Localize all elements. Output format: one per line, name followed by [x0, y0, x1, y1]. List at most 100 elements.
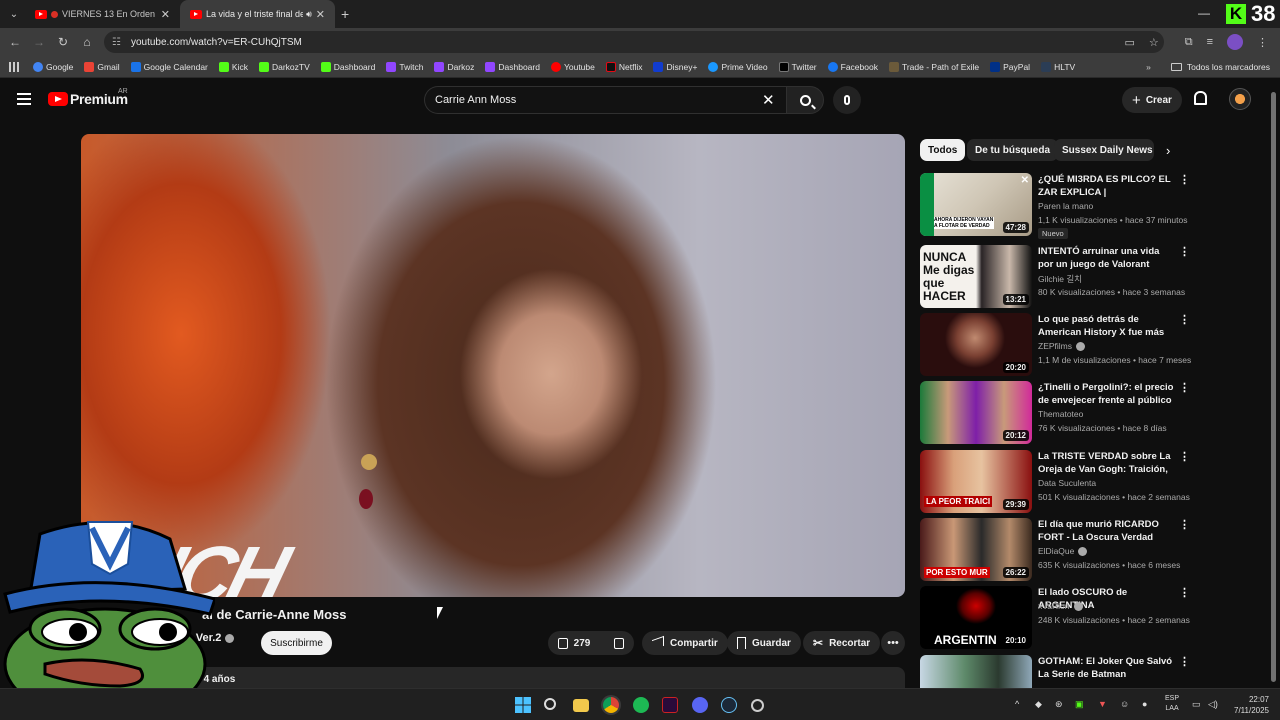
- bookmark-disney[interactable]: Disney+: [653, 61, 697, 72]
- menu-icon[interactable]: [17, 93, 31, 105]
- video-title[interactable]: Lo que pasó detrás de American History X…: [1038, 313, 1176, 340]
- extensions-icon[interactable]: ⧉: [1185, 36, 1193, 49]
- tray-mic-icon[interactable]: ●: [1142, 699, 1147, 709]
- list-item[interactable]: ARGENTIN 20:10 El lado OSCURO de ARGENTI…: [920, 586, 1190, 650]
- bookmark-darkoztv[interactable]: DarkozTV: [258, 61, 310, 72]
- subscribe-button[interactable]: Suscribirme: [261, 631, 332, 655]
- video-thumbnail[interactable]: NUNCA Me digas que HACER 13:21: [920, 245, 1032, 308]
- back-icon[interactable]: ←: [3, 35, 27, 49]
- search-input[interactable]: Carrie Ann Moss: [424, 86, 786, 114]
- apps-icon[interactable]: [9, 61, 19, 72]
- bookmark-kick[interactable]: Kick: [218, 61, 248, 72]
- scrollbar-thumb[interactable]: [1271, 92, 1276, 682]
- video-title[interactable]: INTENTÓ arruinar una vida por un juego d…: [1038, 245, 1176, 271]
- channel-name[interactable]: Data Suculenta: [1038, 478, 1096, 488]
- more-options-icon[interactable]: ⋮: [1179, 173, 1190, 186]
- bookmark-dashboard-2[interactable]: Dashboard: [485, 61, 540, 72]
- bookmark-x[interactable]: Twitter: [778, 61, 817, 72]
- more-options-icon[interactable]: ⋮: [1179, 655, 1190, 668]
- more-options-icon[interactable]: ⋮: [1179, 313, 1190, 326]
- chip-todos[interactable]: Todos: [920, 139, 966, 161]
- tray-steam-icon[interactable]: ⊛: [1055, 699, 1063, 710]
- tray-vanguard-icon[interactable]: ▼: [1098, 699, 1107, 709]
- video-thumbnail[interactable]: LA PEOR TRAICI 29:39: [920, 450, 1032, 513]
- video-thumbnail[interactable]: 20:12: [920, 381, 1032, 444]
- like-count[interactable]: 279: [574, 638, 591, 649]
- notifications-bell-icon[interactable]: [1194, 91, 1207, 105]
- address-bar[interactable]: ☷ youtube.com/watch?v=ER-CUhQjTSM: [104, 31, 1164, 53]
- tray-overflow-icon[interactable]: ^: [1015, 699, 1019, 709]
- taskbar-search-icon[interactable]: [544, 698, 556, 710]
- valorant-icon[interactable]: [662, 697, 678, 713]
- youtube-logo-icon[interactable]: [48, 92, 68, 106]
- tray-discord-icon[interactable]: ☺: [1120, 699, 1129, 709]
- tab-search-button[interactable]: ⌄: [3, 3, 25, 25]
- bookmark-prime[interactable]: Prime Video: [708, 61, 768, 72]
- tray-app-icon[interactable]: ◆: [1035, 699, 1042, 710]
- obs-icon[interactable]: [751, 699, 764, 712]
- close-icon[interactable]: ✕: [1021, 175, 1029, 186]
- dislike-icon[interactable]: [614, 637, 624, 649]
- list-item[interactable]: AHORA DIJERON VAYAN A FLOTAR DE VERDAD ✕…: [920, 173, 1190, 239]
- forward-icon[interactable]: →: [27, 35, 51, 49]
- more-options-icon[interactable]: ⋮: [1179, 518, 1190, 531]
- file-explorer-icon[interactable]: [573, 699, 589, 712]
- more-options-icon[interactable]: ⋮: [1179, 381, 1190, 394]
- share-button[interactable]: Compartir: [642, 631, 728, 655]
- bookmark-star-icon[interactable]: ☆: [1149, 36, 1159, 49]
- tray-kick-icon[interactable]: ▣: [1075, 699, 1084, 710]
- bookmark-netflix[interactable]: Netflix: [605, 61, 642, 72]
- more-bookmarks-icon[interactable]: »: [1146, 62, 1151, 72]
- bookmark-calendar[interactable]: Google Calendar: [130, 61, 208, 72]
- volume-icon[interactable]: ◁): [1208, 699, 1218, 710]
- video-thumbnail[interactable]: AHORA DIJERON VAYAN A FLOTAR DE VERDAD ✕…: [920, 173, 1032, 236]
- more-options-icon[interactable]: ⋮: [1179, 450, 1190, 463]
- video-title[interactable]: El día que murió RICARDO FORT - La Oscur…: [1038, 518, 1176, 545]
- search-button[interactable]: [786, 86, 824, 114]
- clear-search-icon[interactable]: ✕: [762, 91, 775, 109]
- channel-name[interactable]: xVaRion: [1038, 601, 1083, 612]
- bookmark-dashboard[interactable]: Dashboard: [320, 61, 375, 72]
- speaker-icon[interactable]: 🔊︎: [306, 9, 312, 20]
- bookmark-facebook[interactable]: Facebook: [827, 61, 878, 72]
- media-icon[interactable]: ≡: [1207, 36, 1213, 48]
- bookmark-youtube[interactable]: Youtube: [550, 61, 595, 72]
- create-button[interactable]: + Crear: [1122, 87, 1182, 113]
- windows-start-icon[interactable]: [515, 697, 531, 713]
- taskbar-clock[interactable]: 22:07 7/11/2025: [1225, 694, 1269, 716]
- bookmark-darkoz[interactable]: Darkoz: [434, 61, 474, 72]
- more-actions-button[interactable]: •••: [881, 631, 905, 655]
- like-icon[interactable]: [558, 637, 568, 649]
- reload-icon[interactable]: ↻: [51, 35, 75, 49]
- all-bookmarks-link[interactable]: Todos los marcadores: [1187, 62, 1270, 72]
- list-item[interactable]: LA PEOR TRAICI 29:39 La TRISTE VERDAD so…: [920, 450, 1190, 514]
- more-options-icon[interactable]: ⋮: [1179, 245, 1190, 258]
- channel-name[interactable]: Thematoteo: [1038, 409, 1083, 419]
- channel-name[interactable]: ZEPfilms: [1038, 341, 1085, 352]
- discord-icon[interactable]: [692, 697, 708, 713]
- bookmark-google[interactable]: Google: [33, 61, 73, 72]
- network-icon[interactable]: ▭: [1192, 699, 1201, 710]
- home-icon[interactable]: ⌂: [75, 35, 99, 49]
- bookmark-twitch[interactable]: Twitch: [386, 61, 423, 72]
- list-item[interactable]: NUNCA Me digas que HACER 13:21 INTENTÓ a…: [920, 245, 1190, 309]
- tab-2[interactable]: La vida y el triste final de Carrie-Anne…: [180, 0, 335, 28]
- cast-icon[interactable]: ▭: [1124, 36, 1134, 49]
- tab-close-icon[interactable]: ✕: [161, 8, 170, 21]
- bookmark-hltv[interactable]: HLTV: [1041, 61, 1075, 72]
- chevron-right-icon[interactable]: ›: [1166, 143, 1170, 158]
- chip-sussex[interactable]: Sussex Daily News Ve: [1054, 139, 1154, 161]
- channel-name[interactable]: Paren la mano: [1038, 201, 1093, 211]
- spotify-icon[interactable]: [633, 697, 649, 713]
- bookmark-gmail[interactable]: Gmail: [84, 61, 120, 72]
- video-title[interactable]: La TRISTE VERDAD sobre La Oreja de Van G…: [1038, 450, 1176, 477]
- video-title[interactable]: ¿QUÉ MI3RDA ES PILCO? EL ZAR EXPLICA | #…: [1038, 173, 1176, 200]
- profile-icon[interactable]: [1227, 34, 1243, 50]
- tab-close-icon[interactable]: ✕: [316, 8, 325, 21]
- language-indicator[interactable]: ESP LAA: [1165, 694, 1179, 714]
- list-item[interactable]: POR ESTO MUR 26:22 El día que murió RICA…: [920, 518, 1190, 582]
- list-item[interactable]: 20:20 Lo que pasó detrás de American His…: [920, 313, 1191, 377]
- more-options-icon[interactable]: ⋮: [1179, 586, 1190, 599]
- video-title[interactable]: GOTHAM: El Joker Que Salvó La Serie de B…: [1038, 655, 1176, 681]
- steam-icon[interactable]: [721, 697, 737, 713]
